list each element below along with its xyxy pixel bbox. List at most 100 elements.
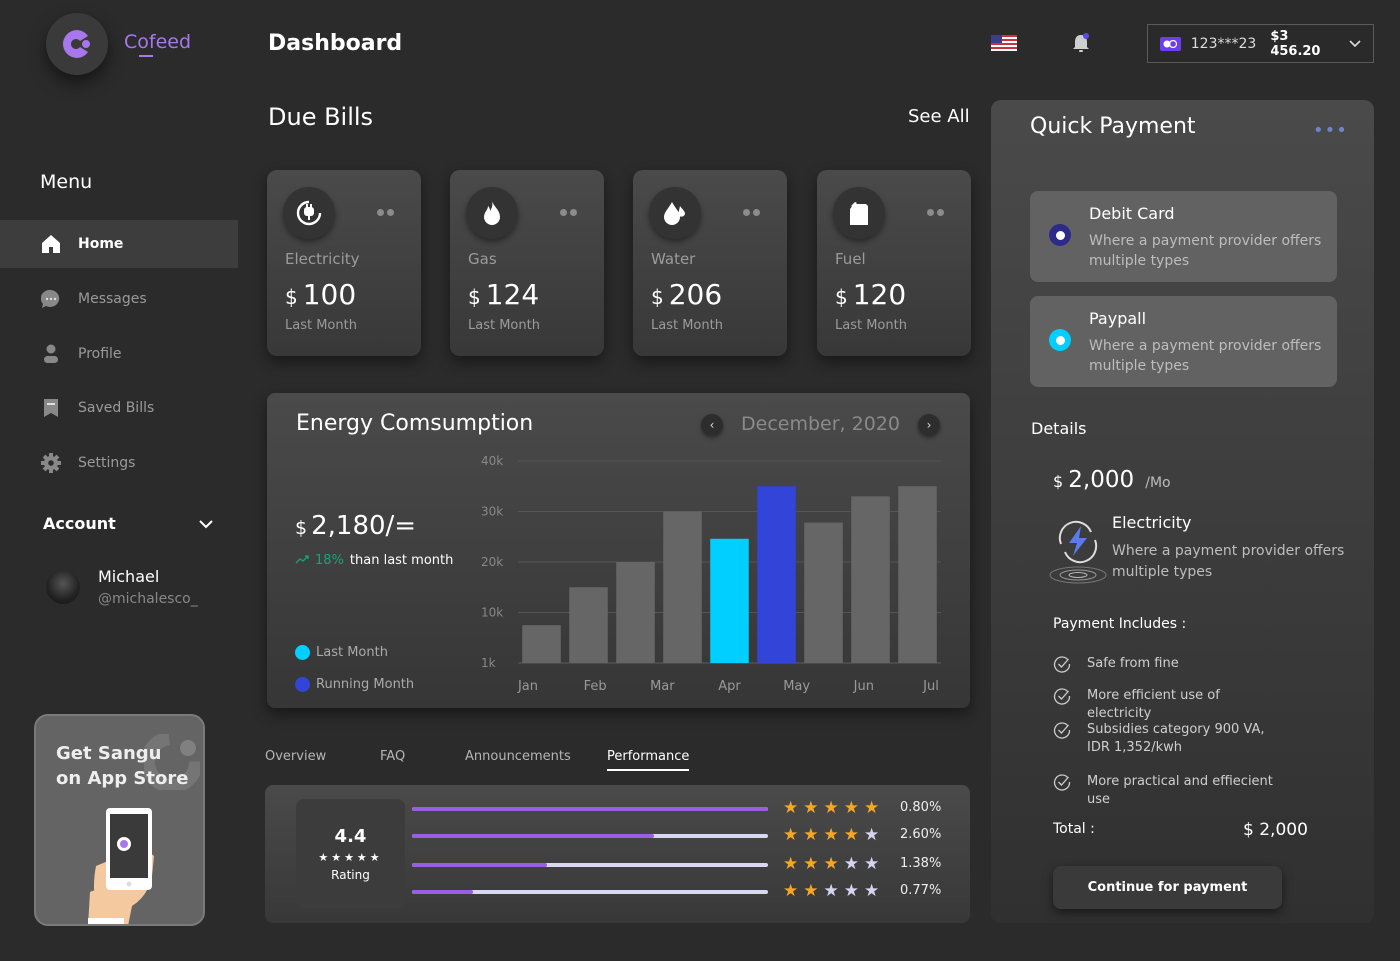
energy-consumption-card: Energy Comsumption ‹ December, 2020 › $2… [267,393,970,708]
star-icon: ★ [823,881,839,901]
y-tick-label: 30k [481,505,503,519]
performance-card: 4.4 ★★★★★ Rating ★ ★ ★ ★ ★ 0.80% ★ ★ ★ ★ ★ 2.60% ★ ★ ★… [265,785,970,923]
tab-announcements[interactable]: Announcements [465,749,571,764]
page-title: Dashboard [268,31,403,56]
sidebar-item-profile[interactable]: Profile [0,330,238,378]
check-circle-icon [1053,655,1071,679]
legend-label: Last Month [316,645,388,660]
account-toggle[interactable]: Account [43,514,213,533]
more-options-icon[interactable]: ••• [1313,120,1348,141]
us-flag-icon[interactable] [991,35,1017,51]
bill-card-gas[interactable]: Gas $124 Last Month [450,170,604,356]
chevron-down-icon [1349,36,1361,52]
bar-other[interactable] [522,625,561,663]
option-title: Paypall [1089,309,1147,328]
star-icon: ★ [864,854,880,874]
wallet-selector[interactable]: 123***23 $3 456.20 [1147,24,1374,63]
star-icon: ★ [864,881,880,901]
star-icon: ★ [783,825,799,845]
account-number: 123***23 [1190,35,1257,52]
flame-icon [466,187,518,239]
bar-other[interactable] [569,587,608,663]
star-row: ★ ★ ★ ★ ★ [783,881,879,901]
sidebar-item-messages[interactable]: Messages [0,275,238,323]
energy-total: $2,180/= [295,511,417,541]
brand-underline [139,55,153,57]
radio-button[interactable] [1049,224,1071,246]
tab-overview[interactable]: Overview [265,749,326,764]
y-tick-label: 40k [481,454,503,468]
next-month-button[interactable]: › [918,414,940,436]
x-tick-label: Mar [650,679,675,694]
sidebar-item-saved-bills[interactable]: Saved Bills [0,384,238,432]
bar-last-month[interactable] [710,538,749,663]
total-label: Total : [1053,821,1095,837]
check-circle-icon [1053,773,1071,809]
x-tick-label: Jul [922,679,939,694]
chevron-right-icon: › [926,418,932,432]
include-text: More practical and effiecient use [1087,774,1273,807]
see-all-link[interactable]: See All [908,106,970,127]
more-options-button[interactable] [743,209,760,216]
plug-icon [283,187,335,239]
sidebar-item-settings[interactable]: Settings [0,439,238,487]
bar-other[interactable] [851,496,890,663]
tab-performance[interactable]: Performance [607,749,690,771]
brand-name: Cofeed [124,31,192,53]
star-icon: ★ [783,798,799,818]
avatar[interactable] [46,570,80,604]
radio-button[interactable] [1049,329,1071,351]
cofeed-logo-icon [63,30,90,58]
check-circle-icon [1053,687,1071,723]
bar-other[interactable] [616,562,655,663]
payment-option-paypall[interactable]: Paypall Where a payment provider offers … [1030,296,1337,387]
bill-card-fuel[interactable]: Fuel $120 Last Month [817,170,971,356]
app-store-promo[interactable]: Get Sangu on App Store [34,714,205,926]
more-options-button[interactable] [377,209,394,216]
bar-running-month[interactable] [757,486,796,663]
bill-card-electricity[interactable]: Electricity $100 Last Month [267,170,421,356]
x-tick-label: Jan [517,679,538,694]
include-item: Subsidies category 900 VA, IDR 1,352/kwh [1053,721,1287,757]
due-bills-title: Due Bills [268,103,374,131]
option-title: Debit Card [1089,204,1175,223]
quick-payment-title: Quick Payment [1030,114,1196,139]
bill-name: Gas [468,250,497,268]
includes-title: Payment Includes : [1053,616,1187,632]
bar-other[interactable] [804,522,843,663]
legend-swatch [295,677,310,692]
payment-option-debit-card[interactable]: Debit Card Where a payment provider offe… [1030,191,1337,282]
quick-payment-panel: Quick Payment ••• Debit Card Where a pay… [991,100,1374,923]
bill-name: Water [651,250,696,268]
bar-other[interactable] [663,511,702,664]
legend-running-month: Running Month [295,677,414,692]
star-icon: ★ [803,825,819,845]
x-tick-label: Apr [718,679,741,694]
more-options-button[interactable] [560,209,577,216]
sidebar-item-label: Settings [78,455,136,471]
promo-text: Get Sangu on App Store [56,743,189,789]
star-icon: ★ [803,881,819,901]
bill-card-water[interactable]: Water $206 Last Month [633,170,787,356]
rating-bar-fill [412,807,768,811]
menu-title: Menu [40,171,93,193]
rating-summary: 4.4 ★★★★★ Rating [296,799,405,908]
sidebar-item-label: Saved Bills [78,400,155,416]
more-options-button[interactable] [927,209,944,216]
sidebar-item-label: Profile [78,346,122,362]
star-icon: ★ [783,881,799,901]
logo[interactable] [46,13,108,75]
tab-faq[interactable]: FAQ [380,749,405,764]
balance: $3 456.20 [1270,28,1321,59]
rating-bar [412,863,768,867]
bar-other[interactable] [898,486,937,663]
gear-icon [40,452,62,474]
star-icon: ★ [843,798,859,818]
bill-period: Last Month [651,318,723,333]
bell-icon[interactable] [1071,32,1091,58]
include-item: Safe from fine [1053,655,1287,679]
continue-payment-button[interactable]: Continue for payment [1053,866,1282,909]
prev-month-button[interactable]: ‹ [701,414,723,436]
sidebar-item-home[interactable]: Home [0,220,238,268]
y-tick-label: 1k [481,656,496,670]
